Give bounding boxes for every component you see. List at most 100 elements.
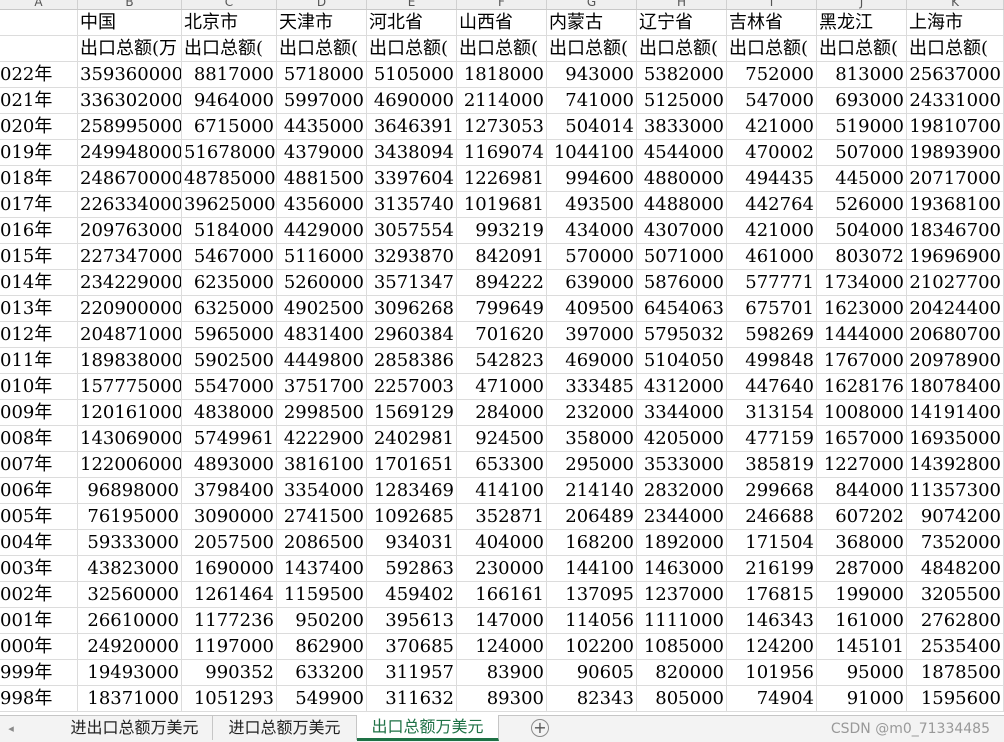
value-cell[interactable]: 499848: [727, 348, 817, 374]
value-cell[interactable]: 507000: [817, 140, 907, 166]
value-cell[interactable]: 862900: [277, 634, 367, 660]
value-cell[interactable]: 4848200: [907, 556, 1004, 582]
value-cell[interactable]: 7352000: [907, 530, 1004, 556]
value-cell[interactable]: 924500: [457, 426, 547, 452]
value-cell[interactable]: 2086500: [277, 530, 367, 556]
column-header-k[interactable]: K: [907, 0, 1004, 9]
value-cell[interactable]: 20424400: [907, 296, 1004, 322]
value-cell[interactable]: 258995000: [78, 114, 182, 140]
value-cell[interactable]: 137095: [547, 582, 637, 608]
value-cell[interactable]: 124000: [457, 634, 547, 660]
value-cell[interactable]: 43823000: [78, 556, 182, 582]
value-cell[interactable]: 4893000: [182, 452, 277, 478]
value-cell[interactable]: 470002: [727, 140, 817, 166]
value-cell[interactable]: 607202: [817, 504, 907, 530]
value-cell[interactable]: 18346700: [907, 218, 1004, 244]
value-cell[interactable]: 1767000: [817, 348, 907, 374]
value-cell[interactable]: 209763000: [78, 218, 182, 244]
value-cell[interactable]: 3057554: [367, 218, 457, 244]
value-cell[interactable]: 3438094: [367, 140, 457, 166]
value-cell[interactable]: 2832000: [637, 478, 727, 504]
value-cell[interactable]: 6715000: [182, 114, 277, 140]
value-cell[interactable]: 284000: [457, 400, 547, 426]
value-cell[interactable]: 232000: [547, 400, 637, 426]
year-cell[interactable]: 021年: [0, 88, 78, 114]
value-cell[interactable]: 39625000: [182, 192, 277, 218]
value-cell[interactable]: 74904: [727, 686, 817, 712]
value-cell[interactable]: 570000: [547, 244, 637, 270]
value-cell[interactable]: 102200: [547, 634, 637, 660]
value-cell[interactable]: 313154: [727, 400, 817, 426]
value-cell[interactable]: 547000: [727, 88, 817, 114]
column-header-f[interactable]: F: [457, 0, 547, 9]
year-cell[interactable]: 005年: [0, 504, 78, 530]
value-cell[interactable]: 820000: [637, 660, 727, 686]
value-cell[interactable]: 461000: [727, 244, 817, 270]
value-cell[interactable]: 5795032: [637, 322, 727, 348]
value-cell[interactable]: 2858386: [367, 348, 457, 374]
year-cell[interactable]: 013年: [0, 296, 78, 322]
value-cell[interactable]: 1444000: [817, 322, 907, 348]
value-cell[interactable]: 4881500: [277, 166, 367, 192]
value-cell[interactable]: 189838000: [78, 348, 182, 374]
value-cell[interactable]: 24920000: [78, 634, 182, 660]
add-sheet-button[interactable]: +: [531, 719, 549, 737]
value-cell[interactable]: 124200: [727, 634, 817, 660]
value-cell[interactable]: 3096268: [367, 296, 457, 322]
value-cell[interactable]: 894222: [457, 270, 547, 296]
year-cell[interactable]: 016年: [0, 218, 78, 244]
value-cell[interactable]: 4435000: [277, 114, 367, 140]
value-cell[interactable]: 459402: [367, 582, 457, 608]
value-cell[interactable]: 82343: [547, 686, 637, 712]
value-cell[interactable]: 1734000: [817, 270, 907, 296]
value-cell[interactable]: 3397604: [367, 166, 457, 192]
value-cell[interactable]: 803072: [817, 244, 907, 270]
value-cell[interactable]: 199000: [817, 582, 907, 608]
value-cell[interactable]: 336302000: [78, 88, 182, 114]
value-cell[interactable]: 3344000: [637, 400, 727, 426]
value-cell[interactable]: 4356000: [277, 192, 367, 218]
value-cell[interactable]: 1227000: [817, 452, 907, 478]
value-cell[interactable]: 1008000: [817, 400, 907, 426]
value-cell[interactable]: 51678000: [182, 140, 277, 166]
value-cell[interactable]: 295000: [547, 452, 637, 478]
value-cell[interactable]: 2741500: [277, 504, 367, 530]
value-cell[interactable]: 526000: [817, 192, 907, 218]
year-cell[interactable]: 008年: [0, 426, 78, 452]
value-cell[interactable]: 1818000: [457, 62, 547, 88]
value-cell[interactable]: 9464000: [182, 88, 277, 114]
value-cell[interactable]: 333485: [547, 374, 637, 400]
value-cell[interactable]: 144100: [547, 556, 637, 582]
value-cell[interactable]: 842091: [457, 244, 547, 270]
value-cell[interactable]: 83900: [457, 660, 547, 686]
value-cell[interactable]: 230000: [457, 556, 547, 582]
value-cell[interactable]: 477159: [727, 426, 817, 452]
value-cell[interactable]: 633200: [277, 660, 367, 686]
value-cell[interactable]: 693000: [817, 88, 907, 114]
region-header-cell[interactable]: 上海市: [907, 10, 1004, 36]
value-cell[interactable]: 166161: [457, 582, 547, 608]
value-cell[interactable]: 358000: [547, 426, 637, 452]
value-cell[interactable]: 311957: [367, 660, 457, 686]
value-cell[interactable]: 8817000: [182, 62, 277, 88]
value-cell[interactable]: 3571347: [367, 270, 457, 296]
year-cell[interactable]: 010年: [0, 374, 78, 400]
value-cell[interactable]: 519000: [817, 114, 907, 140]
value-cell[interactable]: 20717000: [907, 166, 1004, 192]
value-cell[interactable]: 214140: [547, 478, 637, 504]
value-cell[interactable]: 1019681: [457, 192, 547, 218]
value-cell[interactable]: 598269: [727, 322, 817, 348]
value-cell[interactable]: 359360000: [78, 62, 182, 88]
value-cell[interactable]: 2257003: [367, 374, 457, 400]
cell-empty[interactable]: [0, 36, 78, 62]
value-cell[interactable]: 6235000: [182, 270, 277, 296]
value-cell[interactable]: 311632: [367, 686, 457, 712]
value-cell[interactable]: 2535400: [907, 634, 1004, 660]
value-cell[interactable]: 741000: [547, 88, 637, 114]
value-cell[interactable]: 3533000: [637, 452, 727, 478]
value-cell[interactable]: 26610000: [78, 608, 182, 634]
value-cell[interactable]: 1111000: [637, 608, 727, 634]
value-cell[interactable]: 5547000: [182, 374, 277, 400]
value-cell[interactable]: 227347000: [78, 244, 182, 270]
value-cell[interactable]: 3090000: [182, 504, 277, 530]
